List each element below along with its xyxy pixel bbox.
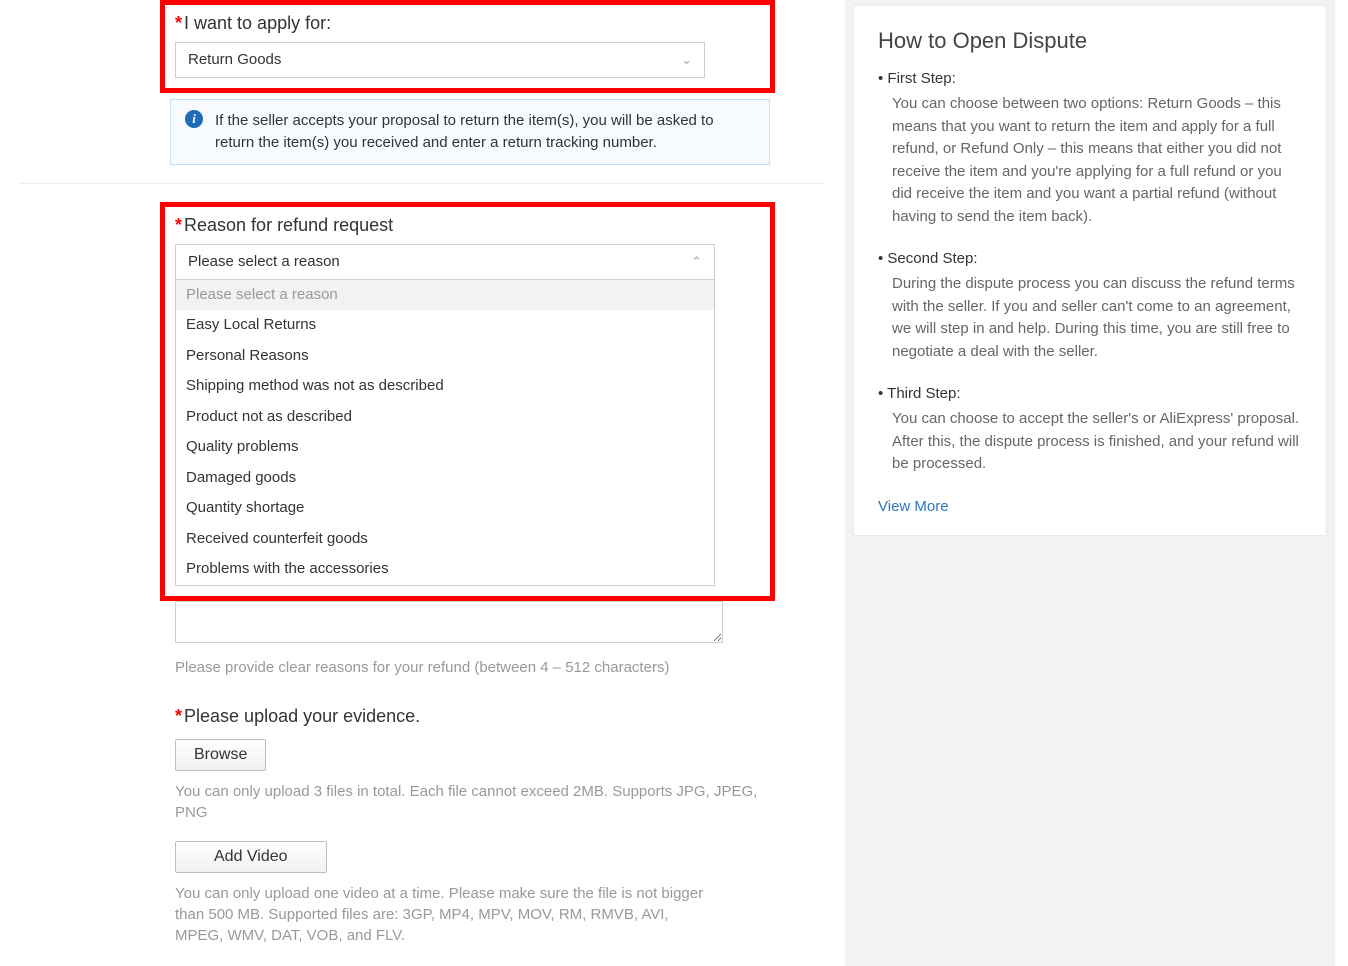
required-asterisk: * bbox=[175, 706, 182, 726]
reason-option[interactable]: Quality problems bbox=[176, 432, 714, 463]
reason-textarea[interactable] bbox=[175, 601, 723, 643]
apply-for-section-highlight: *I want to apply for: Return Goods ⌄ bbox=[160, 0, 775, 93]
reason-option-placeholder[interactable]: Please select a reason bbox=[176, 280, 714, 311]
step-1-label: First Step: bbox=[878, 70, 1302, 87]
reason-option[interactable]: Personal Reasons bbox=[176, 341, 714, 372]
side-column: How to Open Dispute First Step: You can … bbox=[845, 0, 1335, 966]
reason-option[interactable]: Problems with the accessories bbox=[176, 554, 714, 585]
step-1-text: You can choose between two options: Retu… bbox=[892, 93, 1302, 228]
browse-button[interactable]: Browse bbox=[175, 739, 266, 771]
evidence-label: *Please upload your evidence. bbox=[175, 706, 765, 727]
step-2-label: Second Step: bbox=[878, 250, 1302, 267]
reason-option[interactable]: Easy Local Returns bbox=[176, 310, 714, 341]
chevron-up-icon: ⌃ bbox=[691, 245, 702, 279]
reason-option[interactable]: Quantity shortage bbox=[176, 493, 714, 524]
reason-option[interactable]: Product not as described bbox=[176, 402, 714, 433]
reason-option[interactable]: Shipping method was not as described bbox=[176, 371, 714, 402]
reason-dropdown-list: Please select a reason Easy Local Return… bbox=[175, 280, 715, 586]
apply-for-select[interactable]: Return Goods ⌄ bbox=[175, 42, 705, 78]
step-3-label: Third Step: bbox=[878, 385, 1302, 402]
apply-for-label: *I want to apply for: bbox=[175, 13, 760, 34]
side-card-title: How to Open Dispute bbox=[878, 28, 1302, 54]
reason-section-highlight: *Reason for refund request Please select… bbox=[160, 202, 775, 601]
return-goods-info-note: i If the seller accepts your proposal to… bbox=[170, 99, 770, 165]
required-asterisk: * bbox=[175, 215, 182, 235]
add-video-button[interactable]: Add Video bbox=[175, 841, 327, 873]
required-asterisk: * bbox=[175, 13, 182, 33]
reason-select[interactable]: Please select a reason ⌃ bbox=[175, 244, 715, 280]
browse-help-text: You can only upload 3 files in total. Ea… bbox=[175, 781, 765, 823]
how-to-open-dispute-card: How to Open Dispute First Step: You can … bbox=[853, 5, 1327, 536]
section-divider bbox=[20, 183, 825, 184]
reason-help-text: Please provide clear reasons for your re… bbox=[175, 657, 765, 678]
view-more-link[interactable]: View More bbox=[878, 498, 949, 515]
step-3-text: You can choose to accept the seller's or… bbox=[892, 408, 1302, 476]
reason-selected-value: Please select a reason bbox=[188, 245, 340, 279]
step-2-text: During the dispute process you can discu… bbox=[892, 273, 1302, 363]
reason-label: *Reason for refund request bbox=[175, 215, 760, 236]
reason-option[interactable]: Damaged goods bbox=[176, 463, 714, 494]
apply-for-selected-value: Return Goods bbox=[188, 43, 281, 77]
chevron-down-icon: ⌄ bbox=[681, 43, 692, 77]
info-icon: i bbox=[185, 110, 203, 128]
main-form-column: *I want to apply for: Return Goods ⌄ i I… bbox=[0, 0, 845, 966]
video-help-text: You can only upload one video at a time.… bbox=[175, 883, 715, 946]
reason-option[interactable]: Received counterfeit goods bbox=[176, 524, 714, 555]
return-goods-info-text: If the seller accepts your proposal to r… bbox=[215, 110, 755, 154]
